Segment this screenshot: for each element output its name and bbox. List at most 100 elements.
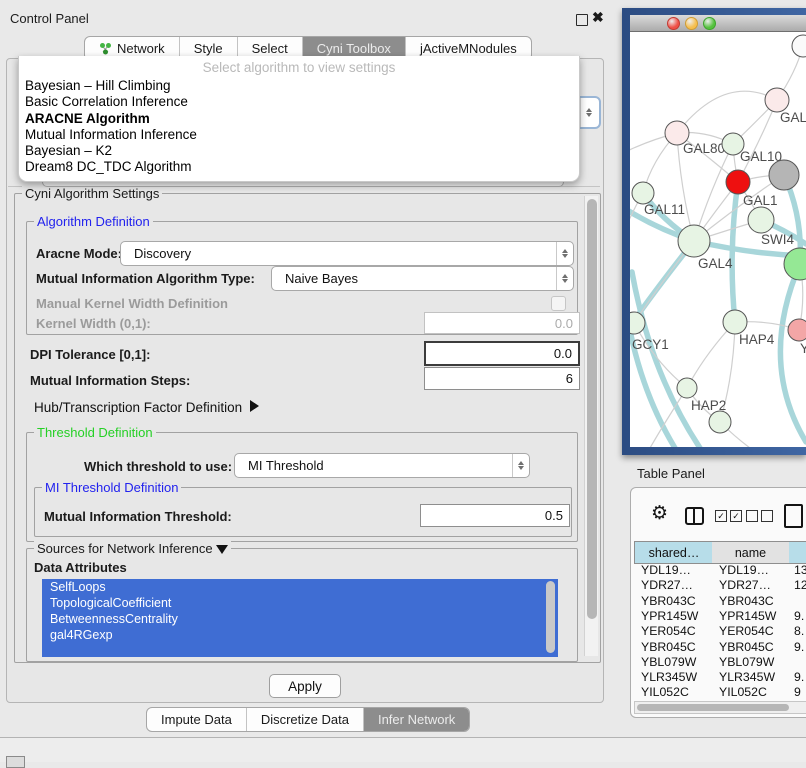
table-cell[interactable]: YBL079W (719, 655, 774, 669)
network-node[interactable] (792, 35, 806, 57)
network-node-gal11[interactable] (632, 182, 654, 204)
table-cell[interactable]: YBR045C (641, 640, 696, 654)
table-panel: ⚙ ✓✓ shared…name YDL19… YDL19… 13 YDR27… YDR… (630, 487, 806, 718)
table-cell[interactable]: YDL19… (719, 563, 769, 577)
network-node-hap4[interactable] (723, 310, 747, 334)
node-label: GCY1 (632, 337, 669, 352)
tab-label: Cyni Toolbox (317, 41, 391, 56)
network-window-titlebar[interactable] (630, 15, 806, 32)
float-window-icon[interactable] (576, 14, 588, 26)
table-cell[interactable]: 9. (794, 640, 804, 654)
tab-discretize-data[interactable]: Discretize Data (246, 708, 363, 731)
algorithm-dropdown: Select algorithm to view settingsBayesia… (18, 56, 580, 182)
column-header[interactable]: name (712, 541, 790, 564)
table-cell[interactable]: YDL19… (641, 563, 691, 577)
show-columns-icon[interactable]: ✓✓ (715, 510, 742, 522)
aracne-mode-value: Discovery (121, 246, 556, 261)
table-cell[interactable]: YPR145W (719, 609, 776, 623)
combobox-spinner-icon (580, 98, 597, 127)
dropdown-item[interactable]: Bayesian – K2 (19, 143, 579, 159)
table-cell[interactable]: YBR043C (719, 594, 774, 608)
mi-threshold-input[interactable]: 0.5 (420, 504, 570, 527)
combobox-spinner-icon (556, 242, 573, 265)
table-cell[interactable]: YER054C (641, 624, 696, 638)
sources-title[interactable]: Sources for Network Inference (34, 541, 231, 556)
table-cell[interactable]: YPR145W (641, 609, 698, 623)
network-edge[interactable] (677, 91, 777, 133)
attributes-scrollbar-thumb[interactable] (546, 581, 555, 653)
table-cell[interactable]: 9. (794, 609, 804, 623)
attribute-item[interactable]: BetweennessCentrality (42, 611, 558, 627)
network-node-gal[interactable] (765, 88, 789, 112)
mi-steps-input[interactable]: 6 (424, 367, 580, 390)
table-cell[interactable]: 9. (794, 670, 804, 684)
tab-impute-data[interactable]: Impute Data (147, 708, 246, 731)
which-threshold-select[interactable]: MI Threshold (234, 453, 530, 478)
kernel-width-input[interactable]: 0.0 (424, 312, 580, 334)
dropdown-item[interactable]: Basic Correlation Inference (19, 94, 579, 110)
node-label: GAL4 (698, 256, 733, 271)
table-cell[interactable]: 12 (794, 578, 806, 592)
mi-algorithm-type-select[interactable]: Naive Bayes (271, 266, 574, 291)
settings-scrollbar[interactable] (584, 196, 598, 656)
table-cell[interactable]: YBR043C (641, 594, 696, 608)
node-label: GAL80 (683, 141, 725, 156)
table-cell[interactable]: YDR27… (641, 578, 693, 592)
close-icon[interactable]: ✖ (592, 9, 604, 26)
gear-icon[interactable]: ⚙ (651, 502, 668, 524)
minimize-traffic-light[interactable] (685, 17, 698, 30)
settings-group-title: Cyni Algorithm Settings (22, 186, 162, 201)
table-cell[interactable]: YIL052C (719, 685, 767, 699)
dropdown-item[interactable]: Bayesian – Hill Climbing (19, 78, 579, 94)
manual-kernel-checkbox[interactable] (551, 296, 566, 311)
mi-type-label: Mutual Information Algorithm Type: (36, 271, 255, 286)
attribute-item[interactable]: TopologicalCoefficient (42, 595, 558, 611)
network-node-gal1[interactable] (748, 207, 774, 233)
column-header[interactable]: shared… (634, 541, 714, 564)
apply-button[interactable]: Apply (269, 674, 341, 698)
table-cell[interactable]: 8. (794, 624, 804, 638)
split-columns-icon[interactable] (685, 507, 704, 525)
network-node[interactable] (709, 411, 731, 433)
network-node-y[interactable] (788, 319, 806, 341)
table-hscrollbar-thumb[interactable] (637, 704, 789, 711)
table-cell[interactable]: YER054C (719, 624, 774, 638)
which-threshold-label: Which threshold to use: (84, 459, 232, 474)
dropdown-item[interactable]: Mutual Information Inference (19, 127, 579, 143)
attribute-item[interactable]: gal4RGexp (42, 627, 558, 643)
network-node-hap2[interactable] (677, 378, 697, 398)
network-node[interactable] (769, 160, 799, 190)
close-traffic-light[interactable] (667, 17, 680, 30)
table-cell[interactable]: YIL052C (641, 685, 689, 699)
network-node-gal4[interactable] (678, 225, 710, 257)
table-header: shared…name (634, 541, 806, 562)
table-cell[interactable]: YBL079W (641, 655, 696, 669)
attribute-item[interactable]: SelfLoops (42, 579, 558, 595)
network-canvas[interactable]: GALGAL80GAL10GAL11GAL1GAL4SWI4GCY1HAP4YH… (630, 32, 806, 447)
zoom-traffic-light[interactable] (703, 17, 716, 30)
table-cell[interactable]: YBR045C (719, 640, 774, 654)
table-hscrollbar[interactable] (634, 701, 806, 714)
collapsed-arrow-icon (250, 400, 259, 412)
table-cell[interactable]: YDR27… (719, 578, 771, 592)
mi-type-value: Naive Bayes (272, 271, 556, 286)
expanded-arrow-icon (216, 545, 228, 554)
table-cell[interactable]: 9 (794, 685, 801, 699)
table-cell[interactable]: 13 (794, 563, 806, 577)
table-cell[interactable]: YLR345W (641, 670, 697, 684)
minimized-panel-icon[interactable] (6, 756, 25, 768)
dropdown-item[interactable]: Dream8 DC_TDC Algorithm (19, 159, 579, 175)
dropdown-item[interactable]: ARACNE Algorithm (19, 111, 579, 127)
column-header[interactable] (789, 541, 806, 564)
hub-definition-toggle[interactable]: Hub/Transcription Factor Definition (34, 400, 259, 415)
dpi-tolerance-input[interactable]: 0.0 (424, 341, 580, 366)
export-table-icon[interactable] (784, 504, 803, 528)
hide-columns-icon[interactable] (746, 510, 773, 522)
tab-infer-network[interactable]: Infer Network (363, 708, 469, 731)
table-cell[interactable]: YLR345W (719, 670, 775, 684)
aracne-mode-select[interactable]: Discovery (120, 241, 574, 266)
settings-scrollbar-thumb[interactable] (587, 199, 597, 619)
network-node[interactable] (726, 170, 750, 194)
data-attributes-list[interactable]: SelfLoopsTopologicalCoefficientBetweenne… (42, 579, 558, 657)
node-label: GAL (780, 110, 806, 125)
